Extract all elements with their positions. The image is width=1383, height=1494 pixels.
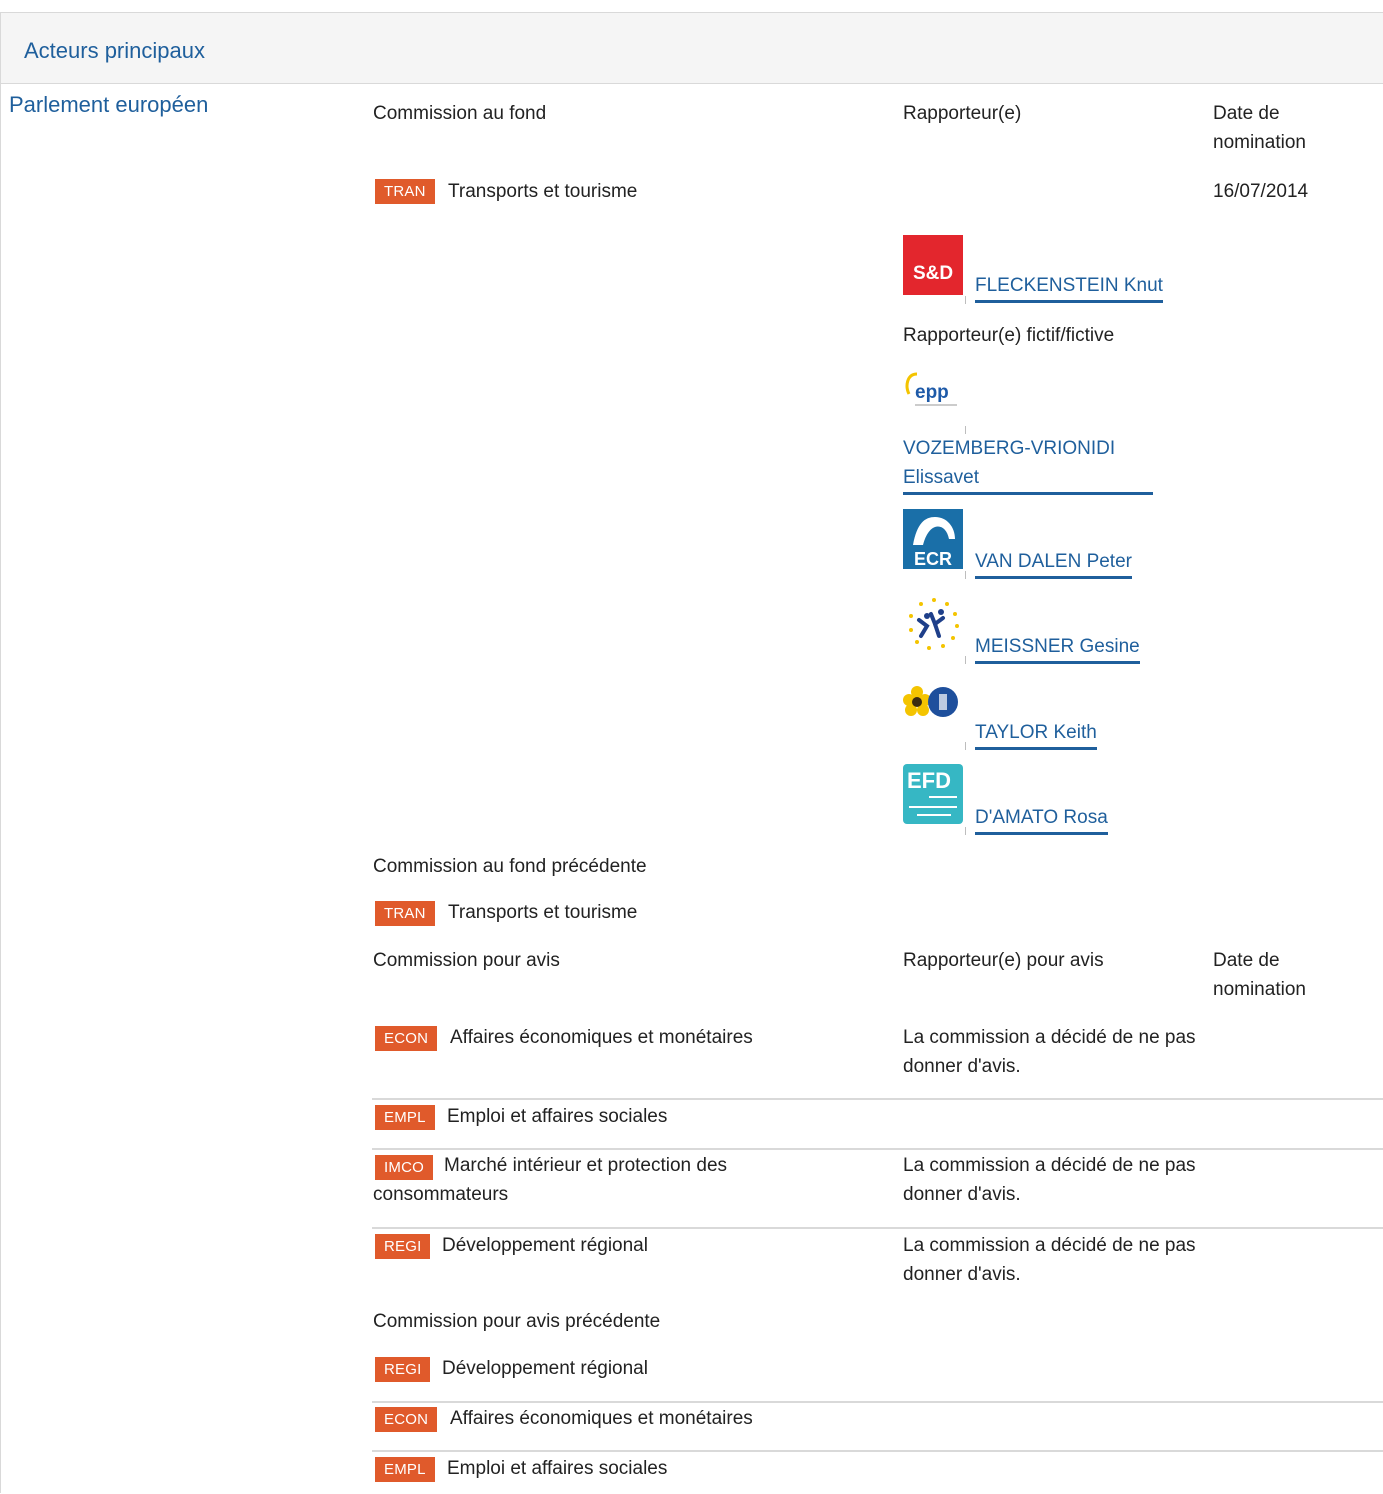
committee-badge-econ-previous: ECON bbox=[375, 1407, 438, 1432]
opinion-committee-name: Marché intérieur et protection des conso… bbox=[373, 1155, 728, 1205]
opinion-note: La commission a décidé de ne pas donner … bbox=[903, 1155, 1196, 1205]
greens-efa-group-logo-icon bbox=[903, 686, 958, 717]
opinion-rapporteur-header: Rapporteur(e) pour avis bbox=[903, 950, 1104, 971]
svg-text:EFD: EFD bbox=[907, 768, 951, 793]
institution-label: Parlement européen bbox=[9, 92, 209, 117]
opinion-note: La commission a décidé de ne pas donner … bbox=[903, 1027, 1196, 1077]
previous-lead-header: Commission au fond précédente bbox=[373, 856, 647, 877]
committee-badge-empl: EMPL bbox=[375, 1105, 435, 1130]
opinion-committee-header: Commission pour avis bbox=[373, 950, 560, 971]
row-separator bbox=[372, 1450, 1383, 1452]
lead-nomination-date: 16/07/2014 bbox=[1213, 181, 1309, 202]
previous-opinion-committee-name: Développement régional bbox=[442, 1358, 648, 1379]
previous-opinion-committee-name: Affaires économiques et monétaires bbox=[450, 1408, 753, 1429]
shadow-rapporteur-link-5[interactable]: D'AMATO Rosa bbox=[975, 803, 1108, 835]
committee-badge-tran-previous: TRAN bbox=[375, 901, 435, 926]
opinion-committee-name: Affaires économiques et monétaires bbox=[450, 1027, 753, 1048]
svg-text:S&D: S&D bbox=[913, 263, 953, 284]
logo-divider bbox=[965, 656, 966, 664]
previous-lead-committee-name: Transports et tourisme bbox=[448, 902, 638, 923]
shadow-rapporteur-link-3[interactable]: MEISSNER Gesine bbox=[975, 632, 1140, 664]
ecr-group-logo-icon: ECR bbox=[903, 509, 963, 569]
epp-group-logo-icon: epp bbox=[905, 372, 957, 406]
shadow-rapporteur-link-4[interactable]: TAYLOR Keith bbox=[975, 718, 1097, 750]
logo-divider bbox=[965, 426, 966, 434]
row-separator bbox=[372, 1401, 1383, 1403]
logo-divider bbox=[965, 827, 966, 835]
efd-group-logo-icon: EFD bbox=[903, 764, 963, 824]
svg-text:epp: epp bbox=[915, 382, 949, 403]
row-separator bbox=[372, 1098, 1383, 1100]
section-title: Acteurs principaux bbox=[24, 38, 205, 63]
committee-badge-regi-previous: REGI bbox=[375, 1357, 431, 1382]
opinion-note: La commission a décidé de ne pas donner … bbox=[903, 1235, 1196, 1285]
alde-group-logo-icon bbox=[909, 598, 959, 650]
previous-opinion-header: Commission pour avis précédente bbox=[373, 1311, 661, 1332]
opinion-committee-name: Développement régional bbox=[442, 1235, 648, 1256]
rapporteur-link[interactable]: FLECKENSTEIN Knut bbox=[975, 271, 1163, 303]
opinion-committee-name: Emploi et affaires sociales bbox=[447, 1106, 668, 1127]
committees-table: Commission au fond Rapporteur(e) Date de… bbox=[372, 84, 1383, 1494]
section-header: Acteurs principaux bbox=[1, 13, 1383, 84]
logo-divider bbox=[965, 571, 966, 579]
committee-badge-tran: TRAN bbox=[375, 179, 435, 204]
lead-committee-name: Transports et tourisme bbox=[448, 181, 638, 202]
shadow-rapporteur-header: Rapporteur(e) fictif/fictive bbox=[903, 325, 1115, 346]
logo-divider bbox=[965, 296, 966, 304]
committee-badge-empl-previous: EMPL bbox=[375, 1457, 435, 1482]
key-players-panel: Acteurs principaux Parlement européen Co… bbox=[0, 12, 1383, 1494]
lead-committee-header: Commission au fond bbox=[373, 103, 547, 124]
row-separator bbox=[372, 1227, 1383, 1229]
sd-group-logo-icon: S&D bbox=[903, 235, 963, 295]
lead-date-header: Date de nomination bbox=[1213, 103, 1306, 153]
shadow-rapporteur-link-1[interactable]: VOZEMBERG-VRIONIDI Elissavet bbox=[903, 434, 1153, 495]
row-separator bbox=[372, 1148, 1383, 1150]
lead-rapporteur-header: Rapporteur(e) bbox=[903, 103, 1022, 124]
shadow-rapporteur-link-2[interactable]: VAN DALEN Peter bbox=[975, 547, 1132, 579]
opinion-date-header: Date de nomination bbox=[1213, 950, 1306, 1000]
logo-divider bbox=[965, 742, 966, 750]
committee-badge-econ: ECON bbox=[375, 1026, 438, 1051]
committee-badge-regi: REGI bbox=[375, 1234, 431, 1259]
svg-text:ECR: ECR bbox=[914, 549, 952, 569]
